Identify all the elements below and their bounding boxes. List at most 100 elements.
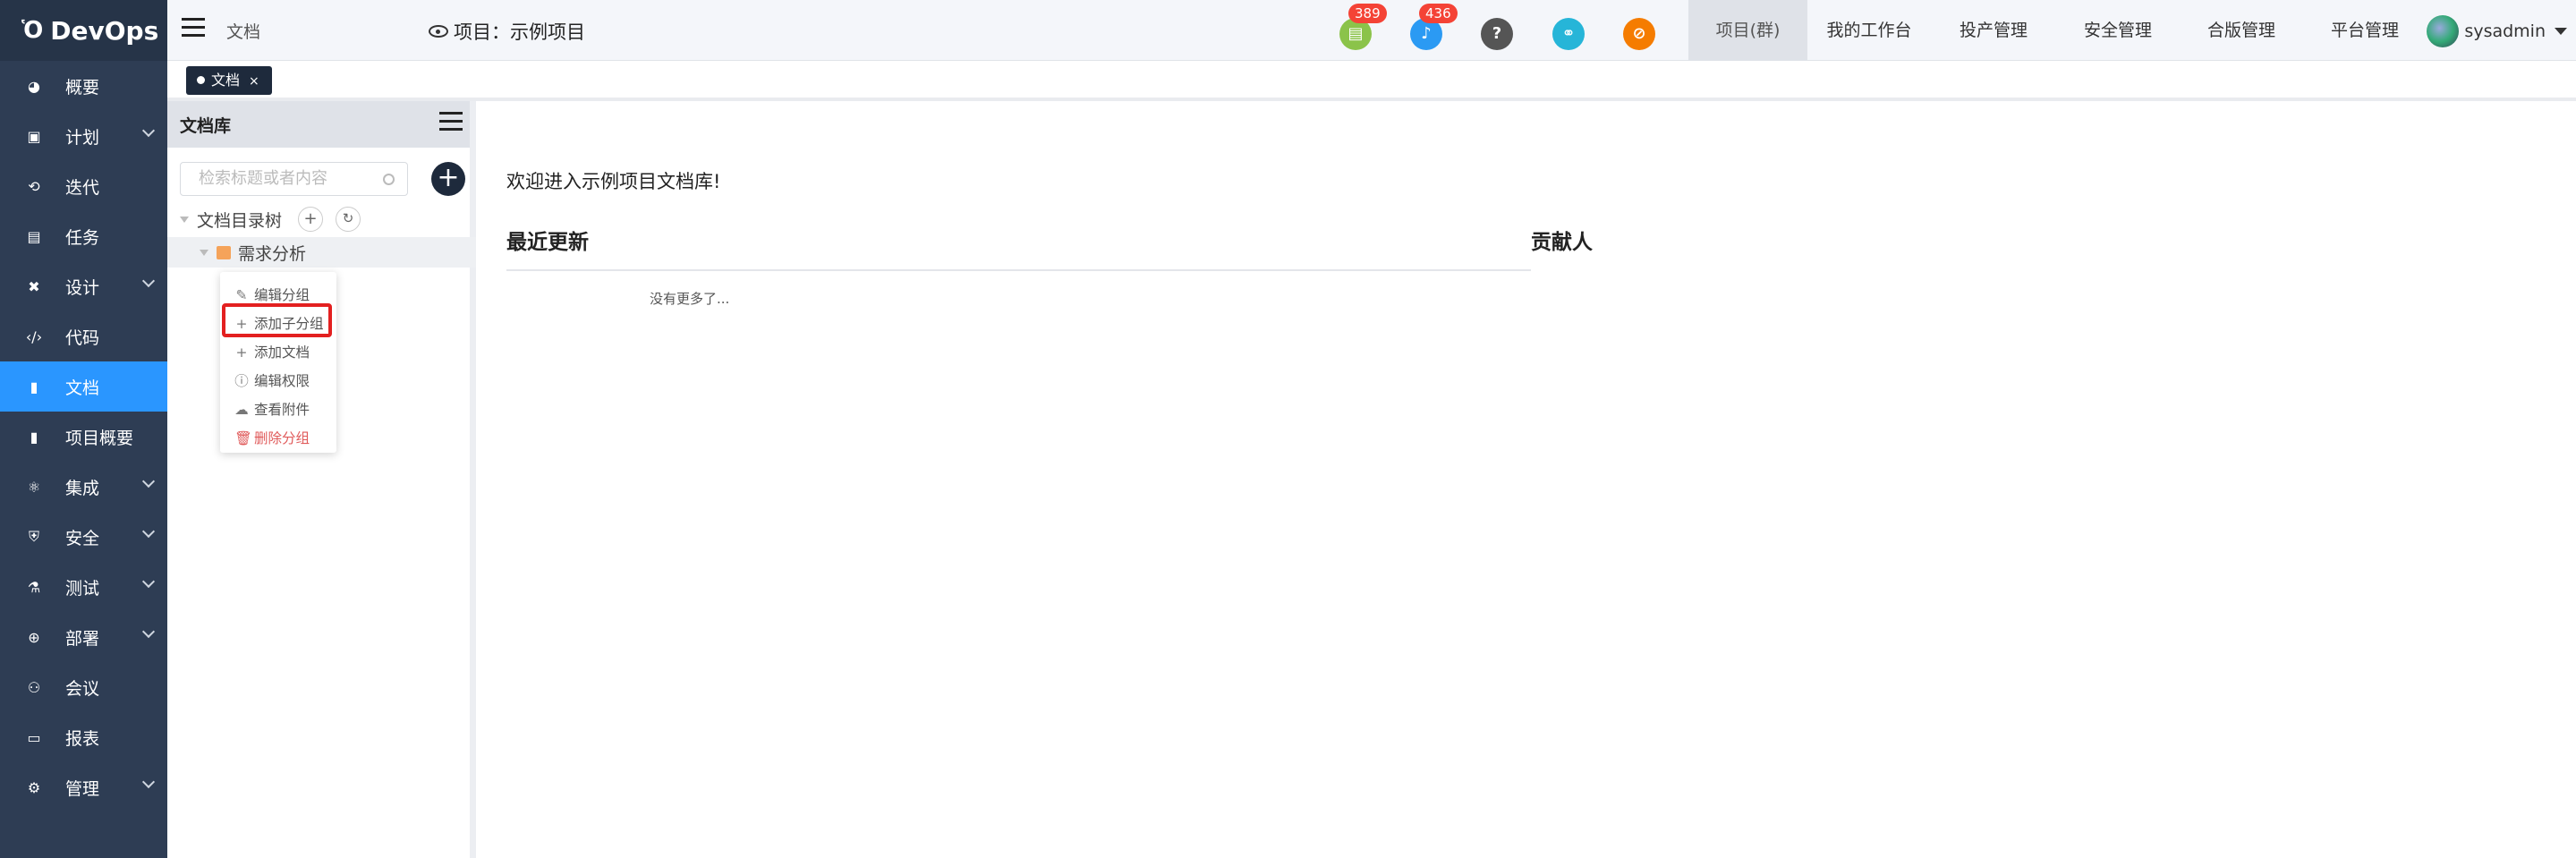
sidebar-item[interactable]: ✖ 设计 [0,261,167,311]
contributors-title: 贡献人 [1531,231,1593,254]
user-menu[interactable]: sysadmin [2427,15,2567,47]
sidebar-item-label: 管理 [65,778,100,799]
sidebar-item-label: 迭代 [65,177,100,198]
sidebar-item[interactable]: ⟲ 迭代 [0,161,167,211]
top-nav-item[interactable]: 安全管理 [2056,0,2180,61]
chevron-down-icon [141,524,156,539]
project-label: 项目：示例项目 [454,21,585,43]
deploy-icon: ⊕ [28,628,40,646]
top-nav-item[interactable]: 我的工作台 [1807,0,1931,61]
sidebar-item[interactable]: ‹/› 代码 [0,311,167,361]
context-menu-item[interactable]: + 添加文档 [234,338,310,367]
help-icon[interactable]: ? [1481,18,1513,50]
sidebar-item[interactable]: ⚛ 集成 [0,462,167,512]
top-nav-item[interactable]: 项目(群) [1688,0,1807,61]
task-icon: ▤ [27,227,41,245]
chevron-down-icon [141,274,156,288]
breadcrumb: 文档 [226,22,261,42]
context-menu-item[interactable]: ☁ 查看附件 [234,395,310,424]
no-more-text: 没有更多了... [650,291,730,307]
code-icon: ‹/› [25,327,43,345]
search-input[interactable]: 检索标题或者内容 [180,162,408,196]
folder-icon [217,245,231,259]
shield-icon: ⛨ [28,528,39,545]
info-icon: ⓘ [234,373,249,389]
notification-badge: 389 [1348,4,1387,23]
meeting-icon: ⚇ [27,678,41,696]
devops-logo-icon: Ὁ [21,17,44,44]
sidebar-item-label: 测试 [65,578,100,599]
sidebar-item[interactable]: ▮ 文档 [0,361,167,412]
highlight-box [222,303,332,337]
top-nav-item[interactable]: 投产管理 [1931,0,2056,61]
tree-root[interactable]: 文档目录树 + ↻ [180,207,361,232]
caret-down-icon[interactable] [200,249,208,256]
doc-library-title: 文档库 [180,115,232,136]
context-menu-item[interactable]: 🗑 删除分组 [234,424,310,453]
design-icon: ✖ [28,277,40,295]
top-nav-item[interactable]: 平台管理 [2303,0,2427,61]
sidebar: Ὁ DevOps ◕ 概要 ▣ 计划 ⟲ 迭代 ▤ 任务 ✖ 设计 ‹/› 代码 ▮ 文档 ▮ 项目概要 ⚛ 集成… [0,0,167,858]
sidebar-item-label: 安全 [65,528,100,548]
notification-badge: 436 [1419,4,1458,23]
plan-icon: ▣ [27,127,41,145]
sidebar-item[interactable]: ⚙ 管理 [0,762,167,812]
main-content: 欢迎进入示例项目文档库! 最近更新 贡献人 没有更多了... [482,101,2576,858]
menu-icon[interactable] [439,112,463,136]
sidebar-item[interactable]: ⚇ 会议 [0,662,167,712]
sidebar-item[interactable]: ▤ 任务 [0,211,167,261]
sidebar-item-label: 计划 [65,127,100,148]
context-menu-item[interactable]: ⓘ 编辑权限 [234,367,310,395]
project-selector[interactable]: 项目：示例项目 [429,18,585,45]
chevron-down-icon [141,574,156,589]
refresh-button[interactable]: ↻ [336,207,361,232]
context-menu: ✎ 编辑分组 + 添加子分组 + 添加文档 ⓘ 编辑权限 ☁ 查看附件 🗑 删除分组 [220,272,336,453]
sidebar-item[interactable]: ▭ 报表 [0,712,167,762]
context-menu-label: 编辑分组 [254,287,310,303]
divider [506,269,1531,271]
cloud-icon: ☁ [234,402,249,418]
add-button[interactable]: + [431,162,465,196]
username: sysadmin [2464,21,2546,41]
sidebar-item[interactable]: ▮ 项目概要 [0,412,167,462]
sidebar-item-label: 集成 [65,478,100,498]
sidebar-item[interactable]: ▣ 计划 [0,111,167,161]
sidebar-item-label: 报表 [65,728,100,749]
report-icon: ▭ [27,728,41,746]
sidebar-item[interactable]: ⚗ 测试 [0,562,167,612]
sidebar-item[interactable]: ⊕ 部署 [0,612,167,662]
search-icon[interactable] [383,174,395,185]
trash-icon: 🗑 [234,430,252,446]
caret-down-icon[interactable] [180,216,189,223]
tree-node[interactable]: 需求分析 [167,237,476,268]
link-icon[interactable]: ⚭ [1552,18,1585,50]
sidebar-item-label: 设计 [65,277,100,298]
top-nav-item[interactable]: 合版管理 [2180,0,2303,61]
sidebar-item[interactable]: ◕ 概要 [0,61,167,111]
dashboard-icon: ◕ [28,77,40,95]
chevron-down-icon [141,775,156,789]
sidebar-item[interactable]: ⛨ 安全 [0,512,167,562]
gear-icon: ⚙ [27,778,41,796]
chevron-down-icon [141,123,156,138]
search-placeholder: 检索标题或者内容 [199,169,327,188]
tree-node-label: 需求分析 [238,243,307,264]
sidebar-item-label: 会议 [65,678,100,699]
tab-document[interactable]: 文档 × [186,66,272,95]
sidebar-item-label: 任务 [65,227,100,248]
caret-down-icon [2555,28,2567,35]
close-icon[interactable]: × [249,74,259,89]
add-group-button[interactable]: + [298,207,324,232]
welcome-text: 欢迎进入示例项目文档库! [506,171,721,192]
context-menu-label: 编辑权限 [254,373,310,389]
sidebar-item-label: 概要 [65,77,100,98]
compass-icon[interactable]: ⊘ [1623,18,1655,50]
eye-icon [429,25,448,38]
tab-label: 文档 [211,72,241,89]
plus-icon: + [235,344,248,361]
chevron-down-icon [141,474,156,488]
app-logo[interactable]: Ὁ DevOps [0,0,167,61]
app-name: DevOps [50,15,159,46]
hamburger-menu-icon[interactable] [182,18,205,42]
sidebar-item-label: 文档 [65,378,100,398]
